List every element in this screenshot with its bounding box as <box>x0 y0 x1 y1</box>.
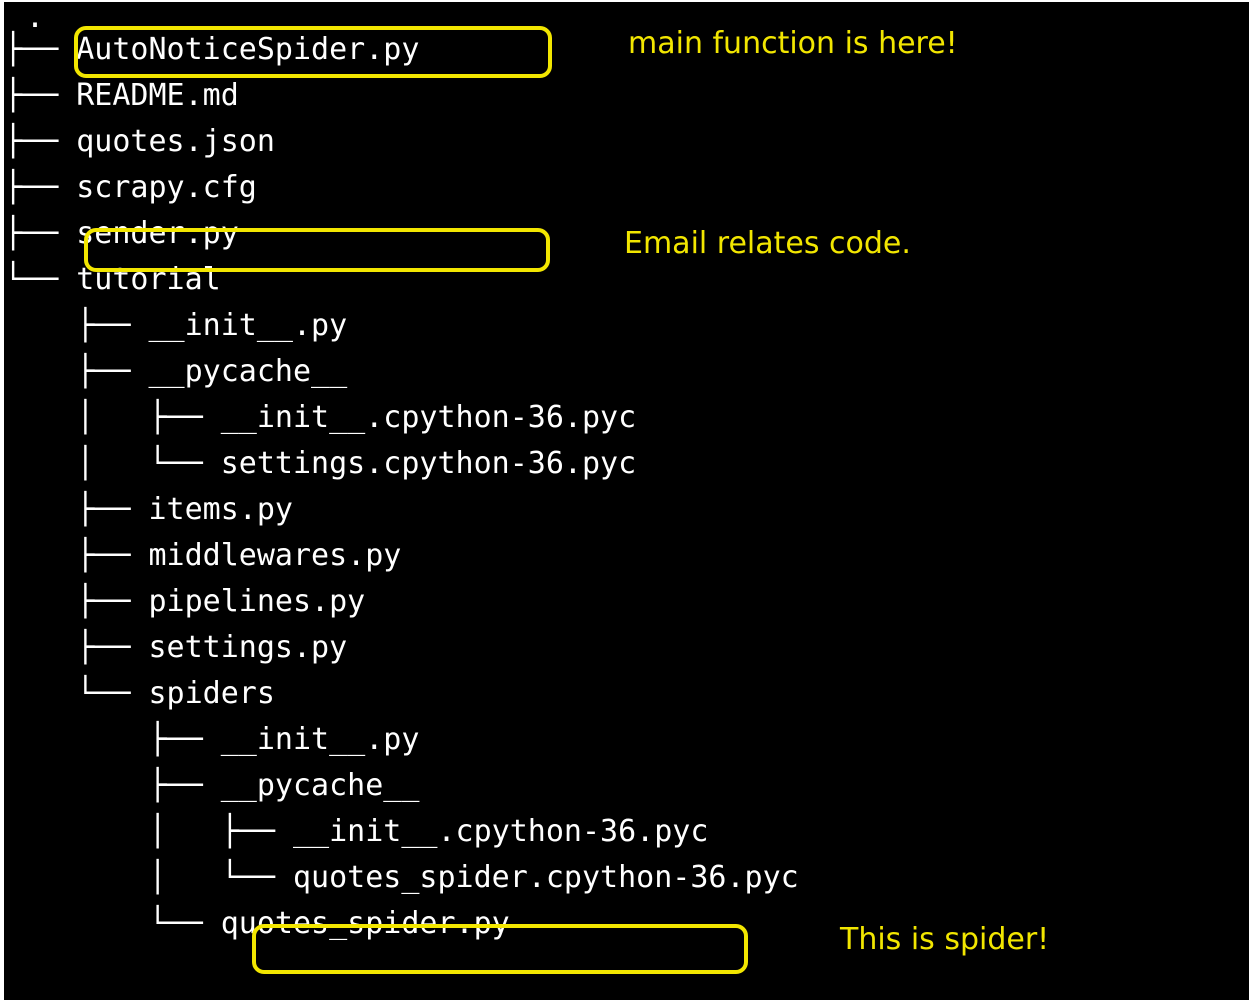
file-name: items.py <box>148 492 294 527</box>
tree-prefix: ├── <box>4 492 131 527</box>
file-name: quotes.json <box>76 124 275 159</box>
folder-name: __pycache__ <box>220 768 420 803</box>
tree-prefix: ├── <box>4 538 131 573</box>
tree-root: . <box>26 2 45 35</box>
folder-name: spiders <box>148 676 275 711</box>
tree-entry-pipelines: ├── pipelines.py <box>4 580 365 624</box>
file-name: __init__.cpython-36.pyc <box>293 814 709 849</box>
terminal-window: . ├── AutoNoticeSpider.py ├── README.md … <box>4 2 1249 1000</box>
tree-prefix: │ └── <box>4 860 275 895</box>
file-name: README.md <box>76 78 239 113</box>
annotation-email: Email relates code. <box>624 226 911 261</box>
tree-prefix: │ ├── <box>4 814 275 849</box>
file-name: __init__.py <box>148 308 348 343</box>
tree-prefix: └── <box>4 906 203 941</box>
file-name: pipelines.py <box>148 584 366 619</box>
tree-entry-init-pyc: │ ├── __init__.cpython-36.pyc <box>4 396 636 440</box>
tree-entry-quotes-json: ├── quotes.json <box>4 120 275 164</box>
tree-entry-middlewares: ├── middlewares.py <box>4 534 401 578</box>
tree-prefix: ├── <box>4 32 59 67</box>
tree-prefix: └── <box>4 676 131 711</box>
tree-prefix: ├── <box>4 124 59 159</box>
highlight-box-spider <box>252 924 748 974</box>
tree-entry-spiders: └── spiders <box>4 672 275 716</box>
tree-prefix: ├── <box>4 768 203 803</box>
tree-entry-scrapy-cfg: ├── scrapy.cfg <box>4 166 257 210</box>
tree-prefix: ├── <box>4 216 59 251</box>
file-name: settings.py <box>148 630 348 665</box>
tree-prefix: ├── <box>4 308 131 343</box>
tree-prefix: │ └── <box>4 446 203 481</box>
tree-entry-quotes-spider-pyc: │ └── quotes_spider.cpython-36.pyc <box>4 856 799 900</box>
file-name: middlewares.py <box>148 538 402 573</box>
tree-prefix: ├── <box>4 584 131 619</box>
tree-prefix: ├── <box>4 78 59 113</box>
annotation-spider: This is spider! <box>840 922 1050 957</box>
tree-prefix: ├── <box>4 170 59 205</box>
tree-prefix: │ ├── <box>4 400 203 435</box>
file-name: __init__.cpython-36.pyc <box>220 400 637 435</box>
tree-prefix: ├── <box>4 722 203 757</box>
tree-entry-readme: ├── README.md <box>4 74 239 118</box>
tree-entry-items: ├── items.py <box>4 488 293 532</box>
highlight-box-sender <box>84 228 550 272</box>
tree-entry-settings: ├── settings.py <box>4 626 347 670</box>
tree-entry-spiders-init-pyc: │ ├── __init__.cpython-36.pyc <box>4 810 708 854</box>
tree-entry-tutorial-init: ├── __init__.py <box>4 304 347 348</box>
tree-entry-spiders-init: ├── __init__.py <box>4 718 419 762</box>
file-name: quotes_spider.cpython-36.pyc <box>293 860 799 895</box>
file-name: settings.cpython-36.pyc <box>220 446 637 481</box>
annotation-main: main function is here! <box>628 26 958 61</box>
tree-prefix: ├── <box>4 630 131 665</box>
file-name: __init__.py <box>220 722 420 757</box>
tree-prefix: └── <box>4 262 59 297</box>
file-name: scrapy.cfg <box>76 170 257 205</box>
tree-entry-settings-pyc: │ └── settings.cpython-36.pyc <box>4 442 636 486</box>
tree-entry-tutorial-pycache: ├── __pycache__ <box>4 350 347 394</box>
tree-entry-spiders-pycache: ├── __pycache__ <box>4 764 419 808</box>
tree-prefix: ├── <box>4 354 131 389</box>
folder-name: __pycache__ <box>148 354 348 389</box>
highlight-box-main <box>74 26 552 78</box>
